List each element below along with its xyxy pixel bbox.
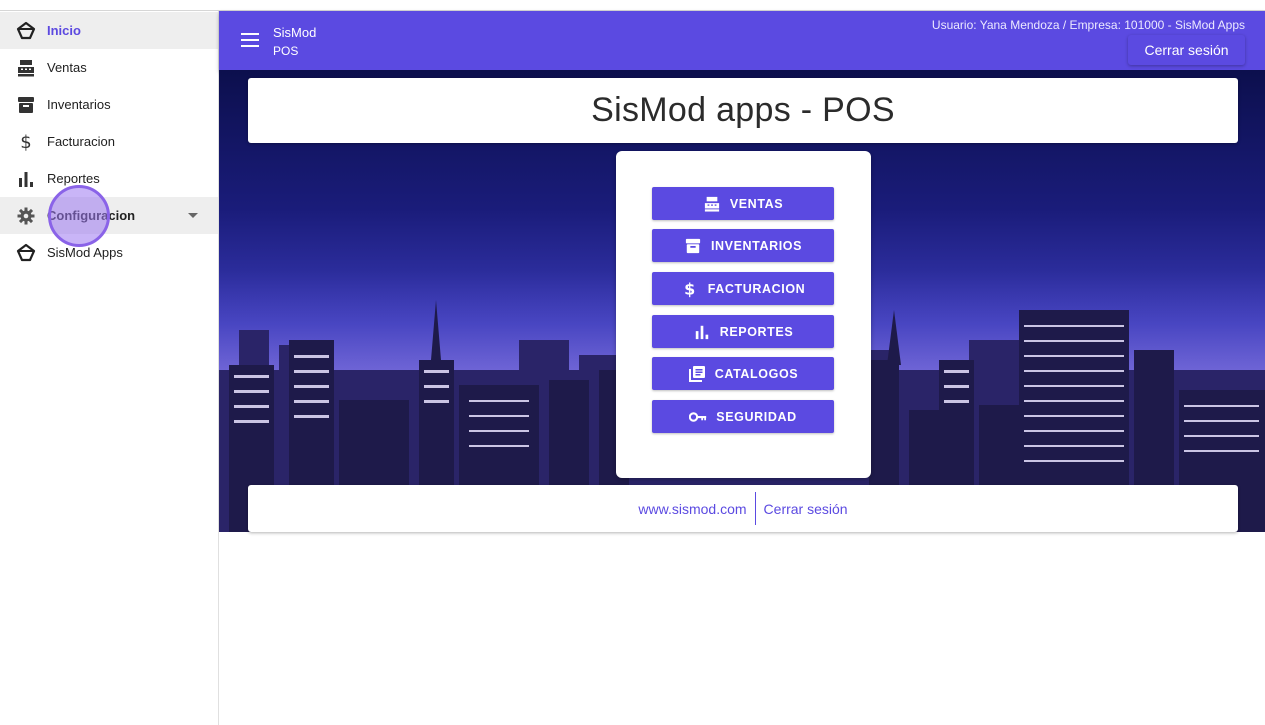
gear-icon: [16, 206, 36, 226]
app-bar: SisMod POS Usuario: Yana Mendoza / Empre…: [219, 11, 1265, 70]
sidebar-item-label: Inicio: [47, 23, 81, 38]
window-top-border: [0, 0, 1265, 11]
main-menu-card: VENTAS INVENTARIOS $ FACTURACION REPORTE…: [616, 151, 871, 478]
catalog-icon: [688, 365, 706, 383]
logo-icon: [16, 243, 36, 263]
archive-icon: [684, 237, 702, 255]
sidebar-item-ventas[interactable]: Ventas: [0, 49, 218, 86]
ventas-button[interactable]: VENTAS: [652, 187, 834, 220]
key-icon: [689, 408, 707, 426]
hamburger-menu-icon[interactable]: [241, 33, 259, 47]
sidebar-item-label: Inventarios: [47, 97, 111, 112]
sidebar-item-facturacion[interactable]: $ Facturacion: [0, 123, 218, 160]
main-area: SisMod POS Usuario: Yana Mendoza / Empre…: [219, 11, 1265, 725]
inventarios-button[interactable]: INVENTARIOS: [652, 229, 834, 262]
website-link[interactable]: www.sismod.com: [638, 501, 746, 517]
button-label: INVENTARIOS: [710, 238, 803, 253]
reportes-button[interactable]: REPORTES: [652, 315, 834, 348]
sidebar-item-configuracion[interactable]: Configuracion: [0, 197, 218, 234]
dollar-icon: $: [16, 132, 36, 152]
svg-text:$: $: [20, 132, 31, 152]
seguridad-button[interactable]: SEGURIDAD: [652, 400, 834, 433]
logo-icon: [16, 21, 36, 41]
bar-chart-icon: [693, 323, 711, 341]
button-label: SEGURIDAD: [716, 409, 797, 424]
facturacion-button[interactable]: $ FACTURACION: [652, 272, 834, 305]
footer-logout-link[interactable]: Cerrar sesión: [764, 501, 848, 517]
footer-divider: [754, 492, 756, 525]
user-info: Usuario: Yana Mendoza / Empresa: 101000 …: [931, 18, 1245, 32]
sidebar-item-label: Facturacion: [47, 134, 115, 149]
brand-name: SisMod: [273, 25, 317, 40]
button-label: CATALOGOS: [714, 366, 799, 381]
button-label: VENTAS: [729, 196, 784, 211]
sidebar-item-inventarios[interactable]: Inventarios: [0, 86, 218, 123]
bar-chart-icon: [16, 169, 36, 189]
page-title: SisMod apps - POS: [591, 91, 895, 129]
svg-text:$: $: [684, 280, 696, 298]
cash-register-icon: [16, 58, 36, 78]
catalogos-button[interactable]: CATALOGOS: [652, 357, 834, 390]
chevron-down-icon[interactable]: [188, 213, 198, 218]
title-card: SisMod apps - POS: [248, 78, 1238, 143]
sidebar-item-label: Reportes: [47, 171, 100, 186]
sidebar-item-inicio[interactable]: Inicio: [0, 12, 218, 49]
logout-button[interactable]: Cerrar sesión: [1128, 35, 1245, 65]
sidebar-item-label: SisMod Apps: [47, 245, 123, 260]
brand-subtitle: POS: [273, 44, 299, 58]
sidebar-item-label: Ventas: [47, 60, 87, 75]
sidebar-item-sismod-apps[interactable]: SisMod Apps: [0, 234, 218, 271]
footer-card: www.sismod.com Cerrar sesión: [248, 485, 1238, 532]
cash-register-icon: [703, 195, 721, 213]
sidebar-item-label: Configuracion: [47, 208, 136, 223]
sidebar-item-reportes[interactable]: Reportes: [0, 160, 218, 197]
archive-icon: [16, 95, 36, 115]
button-label: REPORTES: [719, 324, 794, 339]
dollar-icon: $: [681, 280, 699, 298]
button-label: FACTURACION: [707, 281, 806, 296]
sidebar: Inicio Ventas Inventarios $ Facturacion …: [0, 11, 219, 725]
